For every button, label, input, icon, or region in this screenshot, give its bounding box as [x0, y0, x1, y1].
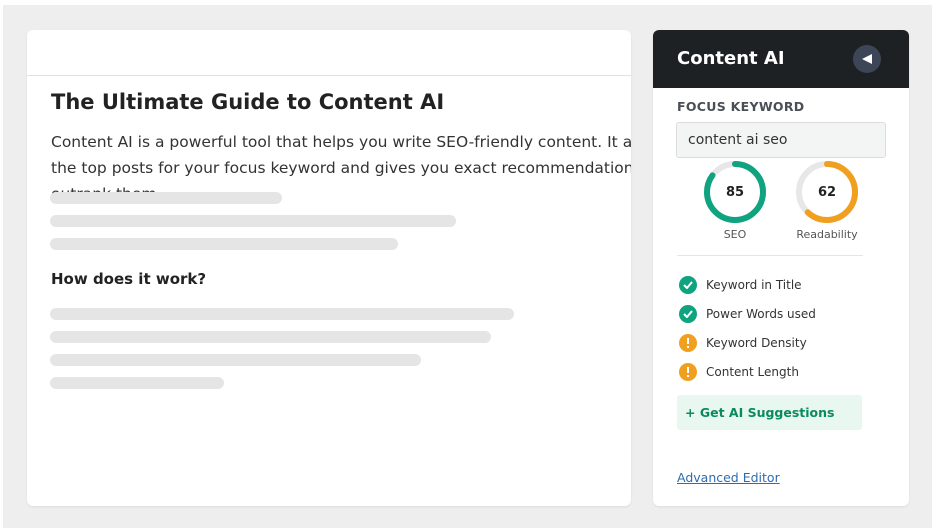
check-label: Keyword in Title	[706, 278, 802, 292]
collapse-arrow-icon	[862, 54, 872, 64]
post-subheading[interactable]: How does it work?	[51, 270, 206, 288]
seo-score-value: 85	[725, 184, 745, 200]
placeholder-line	[50, 308, 514, 320]
focus-keyword-label: FOCUS KEYWORD	[677, 99, 805, 114]
check-content-length: Content Length	[679, 363, 799, 381]
check-label: Keyword Density	[706, 336, 807, 350]
post-title[interactable]: The Ultimate Guide to Content AI	[51, 90, 444, 114]
warning-icon	[679, 363, 697, 381]
content-ai-panel: Content AI FOCUS KEYWORD 85 SEO 62 Reada…	[653, 30, 909, 506]
placeholder-line	[50, 331, 491, 343]
editor-toolbar	[27, 30, 631, 76]
get-ai-suggestions-button[interactable]: + Get AI Suggestions	[677, 395, 862, 430]
check-keyword-in-title: Keyword in Title	[679, 276, 802, 294]
panel-header: Content AI	[653, 30, 909, 88]
check-label: Power Words used	[706, 307, 816, 321]
placeholder-line	[50, 215, 456, 227]
collapse-panel-button[interactable]	[853, 45, 881, 73]
placeholder-line	[50, 238, 398, 250]
post-editor[interactable]: The Ultimate Guide to Content AI Content…	[27, 30, 631, 506]
readability-score-label: Readability	[796, 228, 858, 241]
advanced-editor-link[interactable]: Advanced Editor	[677, 470, 780, 485]
placeholder-line	[50, 354, 421, 366]
focus-keyword-input[interactable]	[676, 122, 886, 158]
readability-score-value: 62	[817, 184, 837, 200]
placeholder-line	[50, 377, 224, 389]
warning-icon	[679, 334, 697, 352]
panel-title: Content AI	[677, 48, 785, 69]
check-icon	[679, 305, 697, 323]
check-keyword-density: Keyword Density	[679, 334, 807, 352]
seo-score-label: SEO	[723, 228, 747, 241]
section-divider	[677, 255, 863, 256]
check-icon	[679, 276, 697, 294]
placeholder-line	[50, 192, 282, 204]
check-power-words: Power Words used	[679, 305, 816, 323]
check-label: Content Length	[706, 365, 799, 379]
